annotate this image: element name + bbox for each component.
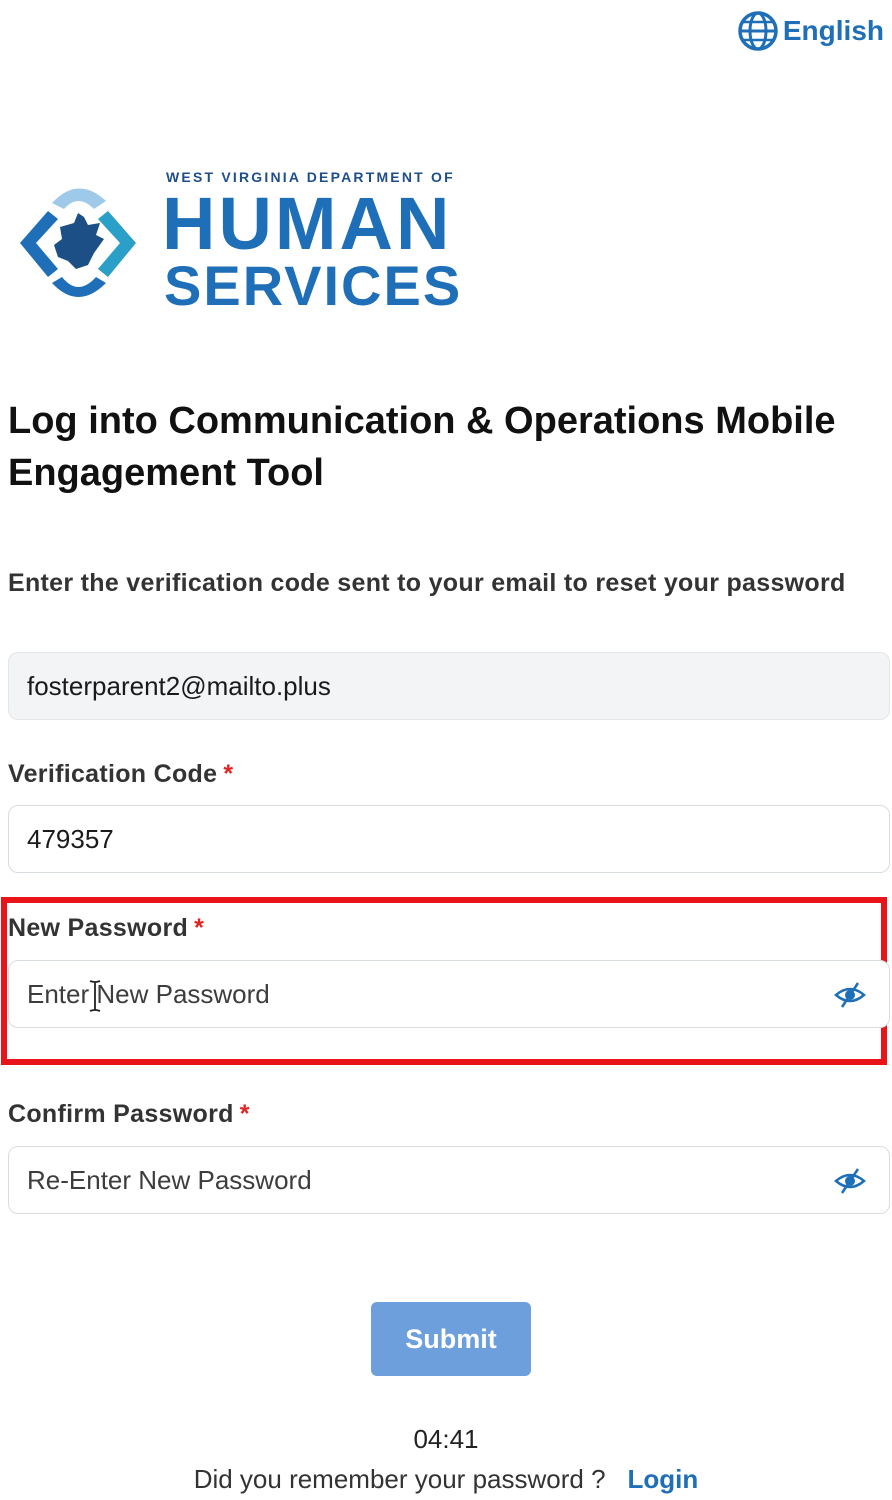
eye-slash-icon[interactable] (834, 1167, 866, 1195)
verification-code-label: Verification Code * (8, 760, 233, 789)
language-label: English (782, 15, 884, 46)
department-logo: WEST VIRGINIA DEPARTMENT OF HUMAN SERVIC… (8, 165, 460, 315)
reset-password-page: English WEST VIRGINIA DEPARTMENT OF HUMA… (0, 0, 892, 1500)
email-field[interactable] (8, 652, 890, 720)
required-mark: * (239, 1100, 250, 1128)
required-mark: * (223, 760, 234, 788)
west-virginia-logo-icon (20, 188, 136, 297)
page-title: Log into Communication & Operations Mobi… (8, 400, 836, 494)
new-password-input[interactable] (8, 960, 890, 1028)
confirm-password-label-text: Confirm Password (8, 1100, 234, 1128)
globe-icon (737, 10, 779, 52)
submit-button[interactable]: Submit (371, 1302, 531, 1376)
verification-code-label-text: Verification Code (8, 760, 218, 788)
logo-line-human: HUMAN (162, 182, 453, 265)
instruction-text: Enter the verification code sent to your… (8, 569, 846, 597)
required-mark: * (194, 914, 205, 942)
login-link[interactable]: Login (628, 1464, 699, 1494)
confirm-password-input[interactable] (8, 1146, 890, 1214)
new-password-label-text: New Password (8, 914, 189, 942)
new-password-label: New Password * (8, 914, 204, 943)
remember-password-text: Did you remember your password ? (193, 1464, 606, 1494)
remember-password-row: Did you remember your password ? Login (0, 1464, 892, 1495)
text-cursor-icon (89, 980, 101, 1012)
eye-slash-icon[interactable] (834, 981, 866, 1009)
verification-code-input[interactable] (8, 805, 890, 873)
logo-line-services: SERVICES (164, 254, 463, 317)
language-selector[interactable]: English (737, 10, 884, 52)
confirm-password-label: Confirm Password * (8, 1100, 250, 1129)
countdown-timer: 04:41 (413, 1424, 479, 1454)
